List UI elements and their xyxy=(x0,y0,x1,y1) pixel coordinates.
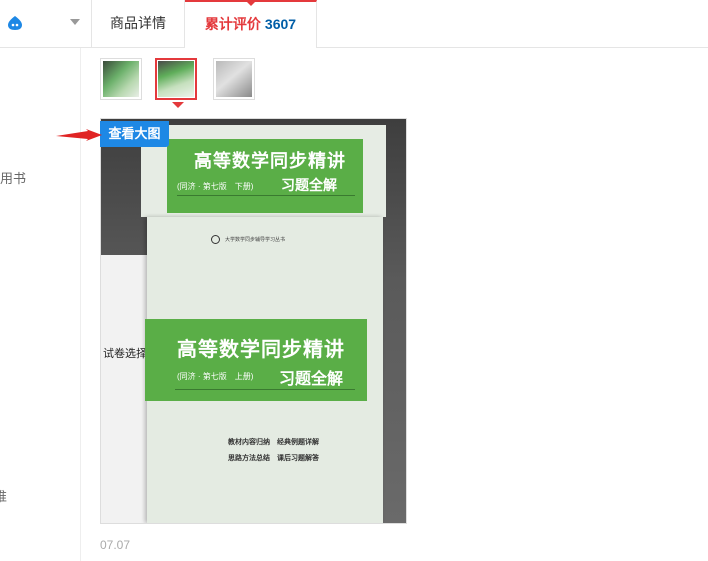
chevron-down-icon[interactable] xyxy=(70,19,80,25)
top-tab-bar: 商品详情 累计评价 3607 xyxy=(0,0,708,48)
review-photo-large[interactable]: 试卷选择 高等数学同步精讲 (同济 · 第七版 下册) 习题全解 大学数学同步辅… xyxy=(100,118,407,524)
thumbnail-photo xyxy=(103,61,139,97)
book-rule xyxy=(177,195,355,196)
mascot-logo-icon xyxy=(8,16,22,30)
store-selector[interactable] xyxy=(0,0,92,47)
book-title-bottom: 高等数学同步精讲 xyxy=(177,337,345,361)
publisher-emblem-icon xyxy=(211,235,220,244)
active-tab-marker xyxy=(246,1,256,6)
selected-thumbnail-pointer xyxy=(172,102,184,108)
book-solutions-top: 习题全解 xyxy=(281,177,337,193)
view-large-image-button[interactable]: 查看大图 xyxy=(100,121,169,147)
photo-paper-text: 试卷选择 xyxy=(103,348,147,360)
book-subtitle-top: (同济 · 第七版 下册) xyxy=(177,182,254,191)
book-rule xyxy=(175,389,355,390)
tab-product-details-label: 商品详情 xyxy=(110,15,166,31)
left-fragment-1: 用书 xyxy=(0,171,27,186)
book-band-top: 高等数学同步精讲 (同济 · 第七版 下册) 习题全解 xyxy=(167,139,363,213)
book-solutions-bottom: 习题全解 xyxy=(279,371,344,388)
pointer-arrow-icon xyxy=(56,129,102,141)
thumbnail-image-selected[interactable] xyxy=(155,58,197,100)
left-column: 用书 推 xyxy=(0,48,81,561)
book-series-text: 大学数学同步辅导学习丛书 xyxy=(225,237,286,243)
book-band-bottom: 高等数学同步精讲 (同济 · 第七版 上册) 习题全解 xyxy=(145,319,367,401)
thumbnail-photo xyxy=(158,61,194,97)
left-fragment-3: 推 xyxy=(0,489,8,504)
book-features-line2: 思路方法总结 课后习题解答 xyxy=(228,455,319,462)
book-features-line1: 教材内容归纳 经典例题详解 xyxy=(228,439,319,446)
thumbnail-photo xyxy=(216,61,252,97)
thumbnail-image[interactable] xyxy=(213,58,255,100)
book-subtitle-bottom: (同济 · 第七版 上册) xyxy=(177,372,254,381)
review-date: 07.07 xyxy=(100,538,131,552)
reviews-count: 3607 xyxy=(264,16,297,32)
thumbnail-image[interactable] xyxy=(100,58,142,100)
tab-product-details[interactable]: 商品详情 xyxy=(92,0,185,47)
tab-reviews-label: 累计评价 xyxy=(204,16,261,32)
tab-reviews[interactable]: 累计评价 3607 xyxy=(185,0,317,48)
book-title-top: 高等数学同步精讲 xyxy=(194,151,346,172)
